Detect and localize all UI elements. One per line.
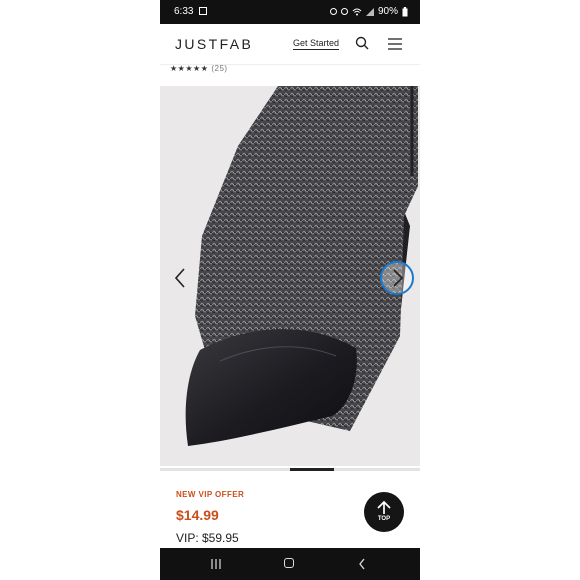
signal-icon: [365, 7, 374, 16]
next-image-button[interactable]: [380, 261, 414, 295]
back-to-top-button[interactable]: TOP: [364, 492, 404, 532]
recent-apps-icon[interactable]: [210, 559, 222, 569]
product-image-carousel[interactable]: [160, 86, 420, 466]
home-icon[interactable]: [284, 558, 294, 568]
alarm-icon: [329, 8, 337, 15]
status-icons: 90%: [329, 6, 408, 17]
back-to-top-label: TOP: [377, 516, 391, 522]
carousel-pager-active: [290, 468, 334, 471]
vip-price: VIP: $59.95: [176, 531, 239, 545]
phone-screen: 6:33 90% JUSTFAB Get Started ★★★★★ (25) …: [160, 0, 420, 580]
product-rating[interactable]: ★★★★★ (25): [170, 64, 228, 73]
battery-percent: 90%: [377, 6, 398, 17]
new-vip-offer-label: NEW VIP OFFER: [176, 490, 245, 499]
next-image-arrow-icon: [393, 269, 404, 287]
hamburger-menu-icon[interactable]: [388, 38, 402, 50]
back-icon[interactable]: [358, 558, 366, 570]
justfab-logo[interactable]: JUSTFAB: [175, 36, 253, 52]
mute-icon: [340, 8, 348, 15]
battery-icon: [402, 6, 408, 16]
wifi-icon: [352, 8, 362, 15]
gallery-icon: [199, 7, 207, 15]
get-started-link[interactable]: Get Started: [293, 38, 340, 50]
android-nav-bar: [160, 548, 420, 580]
carousel-pager: [160, 468, 420, 471]
site-header: JUSTFAB Get Started: [160, 24, 420, 65]
previous-image-arrow-icon[interactable]: [172, 266, 188, 290]
status-bar: 6:33 90%: [160, 0, 420, 24]
rating-stars: ★★★★★: [170, 64, 209, 73]
search-icon[interactable]: [355, 36, 369, 50]
status-time: 6:33: [174, 6, 194, 17]
review-count: (25): [211, 64, 228, 73]
offer-price: $14.99: [176, 507, 219, 523]
